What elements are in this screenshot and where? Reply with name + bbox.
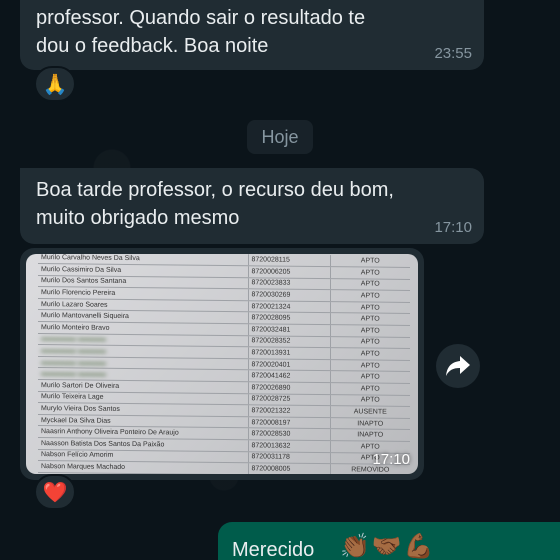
- candidate-status: APTO: [330, 347, 410, 361]
- reaction-badge[interactable]: ❤️: [34, 474, 76, 510]
- redacted-name: ▬▬▬▬▬ ▬▬▬▬: [38, 367, 248, 382]
- candidate-status: APTO: [330, 394, 410, 407]
- candidate-id: 8720026890: [248, 381, 330, 395]
- message-time: 17:10: [372, 451, 410, 468]
- candidate-status: APTO: [330, 382, 410, 396]
- clap-handshake-muscle-icon: 👏🏾🤝🏾💪🏾: [340, 533, 436, 560]
- image-message[interactable]: Murilo Carvalho Neves Da Silva 8720028115…: [20, 248, 424, 480]
- incoming-message[interactable]: Boa tarde professor, o recurso deu bom, …: [20, 168, 484, 244]
- candidate-id: 8720013931: [248, 347, 330, 360]
- candidate-id: 8720028095: [248, 312, 330, 325]
- candidate-id: 8720031178: [248, 451, 330, 464]
- candidate-status: APTO: [330, 371, 410, 384]
- message-text: Merecido: [232, 539, 315, 560]
- forward-arrow-icon: [446, 356, 470, 376]
- incoming-message[interactable]: professor. Quando sair o resultado te do…: [20, 0, 484, 70]
- candidate-status: APTO: [330, 266, 410, 280]
- candidate-id: 8720020401: [248, 358, 330, 372]
- message-text: Boa tarde professor, o recurso deu bom, …: [36, 179, 394, 229]
- candidate-id: 8720041462: [248, 370, 330, 383]
- candidate-status: AUSENTE: [330, 405, 410, 419]
- candidate-status: APTO: [330, 255, 410, 268]
- candidate-id: 8720008197: [248, 416, 330, 430]
- candidate-name: Nabson Marques Machado: [38, 460, 248, 474]
- candidate-status: APTO: [330, 324, 410, 338]
- forward-button[interactable]: [436, 344, 480, 388]
- date-separator: Hoje: [247, 120, 313, 154]
- candidate-id: 8720006205: [248, 265, 330, 279]
- candidate-id: 8720028725: [248, 393, 330, 406]
- candidate-status: APTO: [330, 313, 410, 326]
- candidate-status: APTO: [330, 278, 410, 291]
- candidate-status: APTO: [330, 301, 410, 314]
- candidate-id: 8720008005: [248, 462, 330, 474]
- message-time: 23:55: [434, 45, 472, 62]
- candidate-status: INAPTO: [330, 429, 410, 442]
- reaction-badge[interactable]: 🙏: [34, 66, 76, 102]
- candidate-id: 8720032481: [248, 323, 330, 337]
- candidate-id: 8720021322: [248, 404, 330, 418]
- candidate-id: 8720023833: [248, 277, 330, 290]
- candidate-status: INAPTO: [330, 417, 410, 430]
- message-time: 17:10: [434, 219, 472, 236]
- outgoing-message[interactable]: Merecido 👏🏾🤝🏾💪🏾: [218, 522, 560, 560]
- candidate-status: APTO: [330, 336, 410, 349]
- candidate-id: 8720028530: [248, 428, 330, 441]
- candidate-id: 8720021324: [248, 300, 330, 314]
- praying-hands-icon: 🙏: [42, 73, 68, 96]
- candidate-id: 8720028352: [248, 335, 330, 348]
- document-photo[interactable]: Murilo Carvalho Neves Da Silva 8720028115…: [26, 254, 418, 474]
- candidate-status: APTO: [330, 289, 410, 303]
- heart-icon: ❤️: [42, 481, 68, 504]
- candidate-id: 8720030269: [248, 289, 330, 302]
- candidate-id: 8720028115: [248, 254, 330, 267]
- results-table: Murilo Carvalho Neves Da Silva 8720028115…: [38, 254, 410, 474]
- candidate-status: APTO: [330, 359, 410, 372]
- message-text: professor. Quando sair o resultado te do…: [36, 7, 366, 57]
- candidate-id: 8720013632: [248, 439, 330, 453]
